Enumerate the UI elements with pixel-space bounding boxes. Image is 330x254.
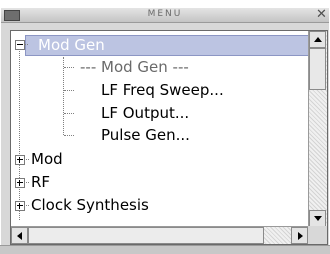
vertical-scroll-thumb[interactable] (309, 48, 326, 90)
arrow-down-icon (314, 216, 322, 221)
tree-item-lf-freq-sweep[interactable]: LF Freq Sweep... (101, 79, 224, 101)
arrow-right-icon (298, 232, 303, 240)
tree-connector (24, 182, 29, 183)
tree-connector (64, 67, 74, 68)
expand-clock-synthesis-icon[interactable] (15, 201, 25, 211)
tree-node-mod[interactable]: Mod (31, 148, 63, 170)
title-bar[interactable]: MENU ✕ (1, 8, 329, 23)
expand-mod-icon[interactable] (15, 155, 25, 165)
tree-connector (64, 113, 74, 114)
close-icon[interactable]: ✕ (315, 8, 328, 21)
tree-node-rf[interactable]: RF (31, 171, 50, 193)
horizontal-scrollbar[interactable] (11, 226, 308, 244)
scroll-corner (308, 226, 327, 244)
tree-trunk-line (19, 49, 20, 220)
tree-connector (64, 90, 74, 91)
arrow-up-icon (314, 37, 322, 42)
screen: MENU ✕ Mod Gen --- Mod Gen --- LF Freq S… (0, 0, 330, 254)
tree-item-pulse-gen[interactable]: Pulse Gen... (101, 124, 190, 146)
vertical-scrollbar[interactable] (308, 31, 327, 227)
menu-window: MENU ✕ Mod Gen --- Mod Gen --- LF Freq S… (1, 8, 329, 245)
scroll-right-button[interactable] (291, 227, 308, 244)
menu-tree: Mod Gen --- Mod Gen --- LF Freq Sweep...… (10, 30, 328, 245)
window-title: MENU (147, 9, 183, 19)
scroll-up-button[interactable] (309, 31, 326, 48)
tree-connector (64, 135, 74, 136)
tree-item-lf-output[interactable]: LF Output... (101, 102, 189, 124)
arrow-left-icon (17, 232, 22, 240)
tree-node-mod-gen[interactable]: Mod Gen (38, 34, 105, 56)
scroll-down-button[interactable] (309, 210, 326, 227)
tree-item-mod-gen-header[interactable]: --- Mod Gen --- (80, 56, 189, 78)
scroll-left-button[interactable] (11, 227, 28, 244)
expand-rf-icon[interactable] (15, 178, 25, 188)
collapse-mod-gen-icon[interactable] (15, 40, 25, 50)
tree-connector (24, 159, 29, 160)
tree-node-clock-synthesis[interactable]: Clock Synthesis (31, 194, 149, 216)
tree-connector (24, 44, 28, 45)
horizontal-scroll-thumb[interactable] (28, 227, 264, 244)
tree-branch-line (63, 57, 64, 135)
tree-connector (24, 205, 29, 206)
